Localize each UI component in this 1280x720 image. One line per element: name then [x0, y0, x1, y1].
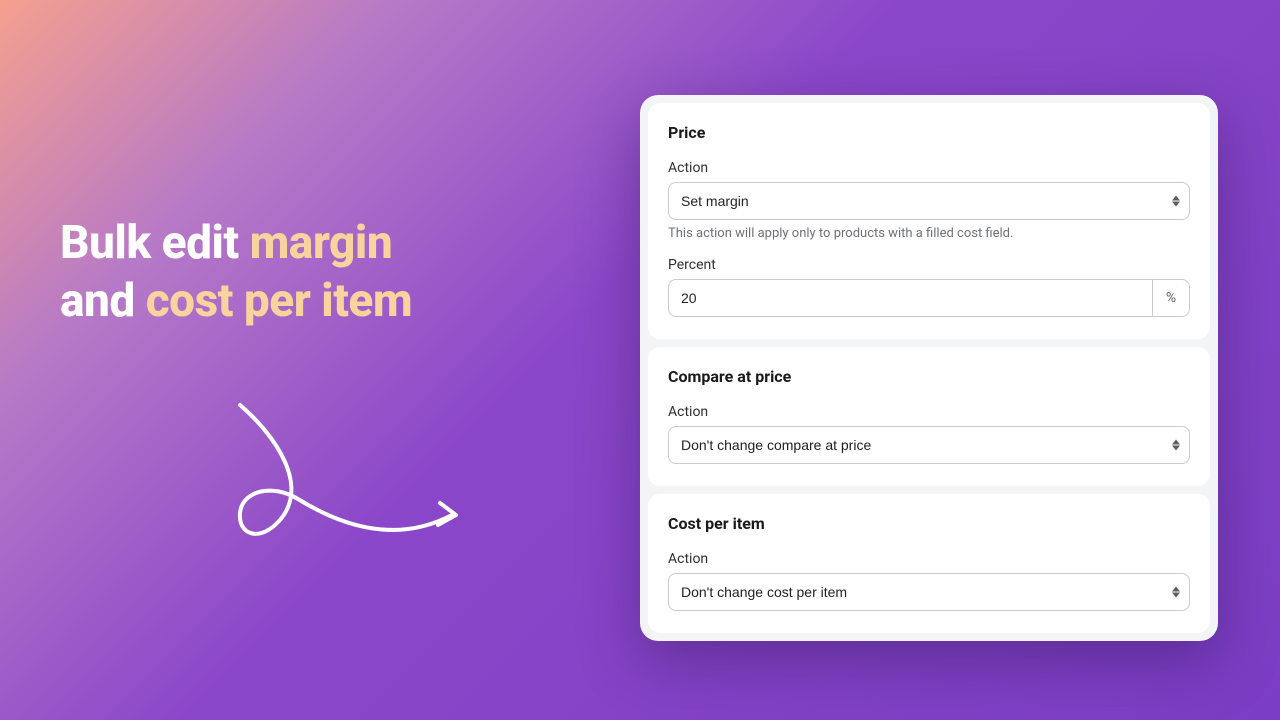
hero-accent-cost: cost per item: [146, 274, 412, 328]
compare-action-label: Action: [668, 404, 1190, 420]
curly-arrow-icon: [220, 395, 480, 575]
hero-text: and: [60, 274, 146, 328]
price-card: Price Action Set margin This action will…: [648, 103, 1210, 339]
settings-panel: Price Action Set margin This action will…: [640, 95, 1218, 641]
compare-action-select[interactable]: Don't change compare at price: [668, 426, 1190, 464]
cost-action-label: Action: [668, 551, 1190, 567]
cost-action-select[interactable]: Don't change cost per item: [668, 573, 1190, 611]
hero-headline: Bulk edit margin and cost per item: [60, 215, 600, 330]
cost-card-title: Cost per item: [668, 514, 1190, 533]
hero-text: Bulk edit: [60, 216, 250, 270]
price-action-select[interactable]: Set margin: [668, 182, 1190, 220]
price-card-title: Price: [668, 123, 1190, 142]
hero-accent-margin: margin: [250, 216, 393, 270]
percent-label: Percent: [668, 257, 1190, 273]
cost-card: Cost per item Action Don't change cost p…: [648, 494, 1210, 633]
percent-suffix: %: [1152, 279, 1190, 317]
compare-card: Compare at price Action Don't change com…: [648, 347, 1210, 486]
price-action-helper: This action will apply only to products …: [668, 226, 1190, 241]
price-action-label: Action: [668, 160, 1190, 176]
compare-card-title: Compare at price: [668, 367, 1190, 386]
percent-input[interactable]: [668, 279, 1152, 317]
